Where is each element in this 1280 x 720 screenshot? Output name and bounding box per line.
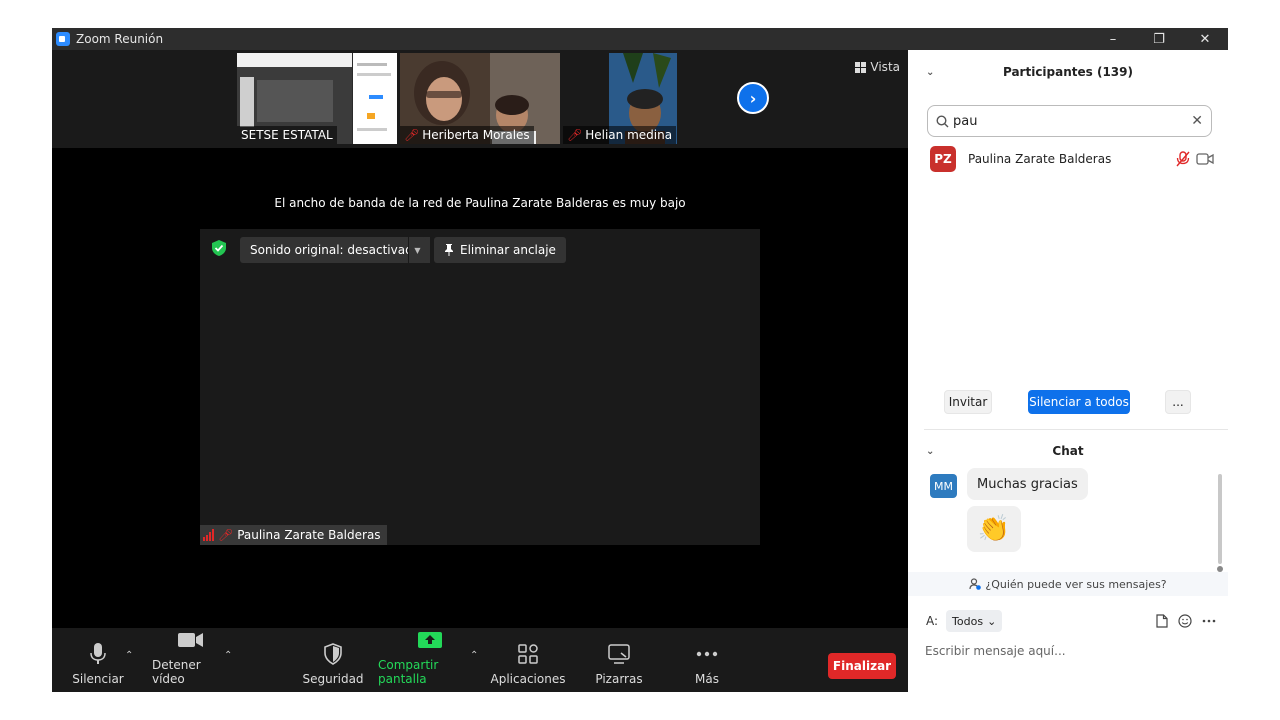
side-panel: ⌄ Participantes (139) ✕ PZ Paulina Zarat… [908, 50, 1228, 692]
restore-button[interactable]: ❐ [1136, 28, 1182, 50]
security-button[interactable]: Seguridad [302, 628, 364, 692]
emoji-icon[interactable] [1178, 614, 1192, 628]
gallery-thumb[interactable]: 🎤︎ Helian medina [563, 53, 723, 144]
pin-icon [445, 244, 453, 256]
participants-title: Participantes (139) [1002, 65, 1133, 79]
apps-button[interactable]: Aplicaciones [491, 628, 565, 692]
window-controls: – ❐ ✕ [1090, 28, 1228, 50]
main-video-tile: Sonido original: desactivado ▼ Eliminar … [200, 229, 760, 545]
thumb-name-label: SETSE ESTATAL [237, 126, 337, 144]
stop-video-button[interactable]: Detener vídeo [152, 628, 230, 692]
participant-row[interactable]: PZ Paulina Zarate Balderas [930, 146, 1220, 172]
zoom-window: Zoom Reunión – ❐ ✕ SETSE ESTATAL 🎤︎ Heri… [52, 28, 1228, 692]
share-screen-button[interactable]: Compartir pantalla [378, 628, 482, 692]
ellipsis-icon [696, 642, 718, 666]
chat-scrollbar[interactable] [1218, 474, 1222, 564]
participant-search: ✕ [927, 105, 1212, 137]
search-icon [936, 114, 949, 127]
mute-button[interactable]: Silenciar [72, 628, 124, 692]
weak-signal-icon [203, 529, 214, 541]
muted-mic-icon: 🎤︎ [218, 528, 234, 542]
mute-all-button[interactable]: Silenciar a todos [1028, 390, 1130, 414]
original-sound-button[interactable]: Sonido original: desactivado [240, 237, 431, 263]
chevron-down-icon[interactable]: ⌄ [926, 446, 934, 457]
video-options-caret-icon[interactable]: ⌃ [224, 650, 232, 661]
chat-header: ⌄ Chat [908, 430, 1228, 472]
more-options-button[interactable]: ... [1165, 390, 1191, 414]
person-icon [969, 578, 982, 590]
bandwidth-notice: El ancho de banda de la red de Paulina Z… [274, 196, 686, 210]
unpin-button[interactable]: Eliminar anclaje [434, 237, 566, 263]
thumb-name-label: 🎤︎ Heriberta Morales [400, 126, 534, 144]
ellipsis-icon[interactable] [1202, 619, 1216, 623]
original-sound-dropdown[interactable]: ▼ [408, 237, 426, 263]
video-camera-icon [178, 628, 204, 652]
video-area: SETSE ESTATAL 🎤︎ Heriberta Morales 🎤︎ He… [52, 50, 908, 628]
whiteboards-button[interactable]: Pizarras [592, 628, 646, 692]
apps-icon [518, 642, 538, 666]
who-can-see-link[interactable]: ¿Quién puede ver sus mensajes? [908, 572, 1228, 596]
minimize-button[interactable]: – [1090, 28, 1136, 50]
invite-button[interactable]: Invitar [944, 390, 992, 414]
participant-status [1176, 151, 1214, 167]
avatar: PZ [930, 146, 956, 172]
share-screen-icon [417, 628, 443, 652]
zoom-logo-icon [56, 32, 70, 46]
chat-message-input[interactable] [925, 640, 1215, 662]
chat-message: Muchas gracias [967, 468, 1088, 500]
participant-name: Paulina Zarate Balderas [968, 152, 1112, 166]
chevron-down-icon[interactable]: ⌄ [926, 67, 934, 78]
participant-actions: Invitar Silenciar a todos ... [908, 390, 1228, 418]
chevron-right-icon: › [749, 88, 757, 108]
recipient-row: A: Todos ⌄ [926, 609, 1216, 633]
muted-mic-icon: 🎤︎ [567, 128, 583, 142]
chevron-down-icon: ⌄ [987, 614, 997, 628]
window-title: Zoom Reunión [76, 32, 164, 46]
shield-icon [323, 642, 343, 666]
chat-message-emoji: 👏 [967, 506, 1021, 552]
recipient-label: A: [926, 614, 939, 628]
chat-tools [1156, 614, 1216, 628]
whiteboard-icon [608, 642, 630, 666]
participants-header: ⌄ Participantes (139) [908, 50, 1228, 94]
thumb-name-label: 🎤︎ Helian medina [563, 126, 677, 144]
recipient-select[interactable]: Todos ⌄ [946, 610, 1003, 632]
title-bar: Zoom Reunión – ❐ ✕ [52, 28, 1228, 50]
view-button[interactable]: Vista [855, 60, 900, 74]
muted-mic-icon: 🎤︎ [404, 128, 420, 142]
gallery-thumb[interactable]: 🎤︎ Heriberta Morales [400, 53, 560, 144]
avatar: MM [930, 474, 957, 498]
meeting-toolbar: Silenciar ⌃ Detener vídeo ⌃ Seguridad Co… [52, 628, 908, 692]
end-meeting-button[interactable]: Finalizar [828, 653, 896, 679]
more-button[interactable]: Más [688, 628, 726, 692]
file-icon[interactable] [1156, 614, 1168, 628]
speaker-name-label: 🎤︎ Paulina Zarate Balderas [200, 525, 387, 545]
next-page-button[interactable]: › [737, 82, 769, 114]
clear-search-icon[interactable]: ✕ [1191, 113, 1203, 129]
audio-options-caret-icon[interactable]: ⌃ [125, 650, 133, 661]
search-input[interactable] [953, 113, 1192, 129]
share-options-caret-icon[interactable]: ⌃ [470, 650, 478, 661]
gallery-strip: SETSE ESTATAL 🎤︎ Heriberta Morales 🎤︎ He… [52, 50, 908, 148]
shield-check-icon [212, 240, 226, 256]
video-camera-icon [1196, 153, 1214, 165]
gallery-thumb[interactable]: SETSE ESTATAL [237, 53, 397, 144]
grid-icon [855, 61, 867, 73]
chat-title: Chat [1052, 444, 1084, 458]
microphone-icon [90, 642, 106, 666]
close-window-button[interactable]: ✕ [1182, 28, 1228, 50]
muted-mic-icon [1176, 151, 1190, 167]
caret-down-icon: ▼ [414, 245, 421, 255]
